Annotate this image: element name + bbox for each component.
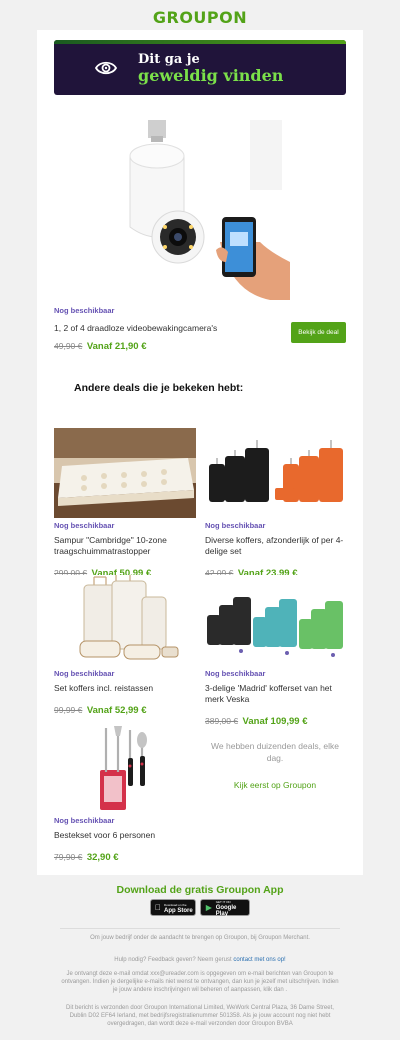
deal-old-price: 389,00 € — [205, 716, 239, 726]
view-deal-button[interactable]: Bekijk de deal — [291, 322, 346, 343]
hero-camera-image[interactable] — [110, 112, 290, 302]
footer-help-text: Hulp nodig? Feedback geven? Neem gerust — [114, 957, 232, 963]
hero-old-price: 49,90 € — [54, 341, 83, 351]
deal-card-2: Nog beschikbaar Diverse koffers, afzonde… — [205, 521, 347, 581]
deal-image-madrid-set[interactable] — [205, 575, 347, 665]
deal-image-suitcases[interactable] — [205, 428, 347, 518]
footer-subscription-text: Je ontvangt deze e-mail omdat xxx@ureade… — [61, 971, 339, 993]
deal-new-price: Vanaf 52,99 € — [86, 705, 147, 716]
deal-title[interactable]: 3-delige 'Madrid' kofferset van het merk… — [205, 683, 347, 705]
footer-legal-text: Dit bericht is verzonden door Groupon In… — [66, 1005, 334, 1027]
deal-image-suitcase-set[interactable] — [54, 575, 196, 665]
deal-title[interactable]: Set koffers incl. reistassen — [54, 683, 196, 694]
deal-image-mattress[interactable] — [54, 428, 196, 518]
contact-link[interactable]: contact met ons op! — [233, 957, 285, 963]
banner: Dit ga je geweldig vinden — [54, 40, 346, 95]
deal-old-price: 79,90 € — [54, 852, 83, 862]
footer-help: Hulp nodig? Feedback geven? Neem gerust … — [60, 956, 340, 964]
banner-line2: geweldig vinden — [138, 66, 284, 85]
hero-new-price: Vanaf 21,90 € — [86, 341, 147, 352]
play-icon — [205, 904, 212, 911]
deal-card-5: Nog beschikbaar Bestekset voor 6 persone… — [54, 816, 196, 865]
footer-merchant-text: Om jouw bedrijf onder de aandacht te bre… — [90, 935, 310, 941]
deal-title[interactable]: Bestekset voor 6 personen — [54, 830, 196, 841]
footer-divider — [60, 928, 340, 929]
deal-image-cutlery[interactable] — [54, 722, 196, 812]
deal-availability: Nog beschikbaar — [205, 669, 266, 678]
hero-price: 49,90 € Vanaf 21,90 € — [54, 336, 147, 354]
promo-text: We hebben duizenden deals, elke dag. — [211, 741, 339, 763]
appstore-label: App Store — [158, 907, 193, 914]
deal-card-4: Nog beschikbaar 3-delige 'Madrid' koffer… — [205, 669, 347, 729]
deal-card-3: Nog beschikbaar Set koffers incl. reista… — [54, 669, 196, 718]
deal-availability: Nog beschikbaar — [54, 816, 115, 825]
deal-availability: Nog beschikbaar — [54, 669, 115, 678]
eye-icon — [94, 61, 118, 75]
deal-title[interactable]: Diverse koffers, afzonderlijk of per 4-d… — [205, 535, 347, 557]
deal-new-price: 32,90 € — [86, 852, 119, 863]
banner-line1: Dit ga je — [138, 52, 200, 67]
groupon-logo[interactable]: GROUPON — [0, 8, 400, 27]
deal-title[interactable]: Sampur "Cambridge" 10-zone traagschuimma… — [54, 535, 196, 557]
googleplay-label: Google Play — [215, 904, 237, 917]
deal-availability: Nog beschikbaar — [54, 521, 115, 530]
deal-card-1: Nog beschikbaar Sampur "Cambridge" 10-zo… — [54, 521, 196, 581]
apple-icon:  — [155, 903, 161, 912]
hero-title[interactable]: 1, 2 of 4 draadloze videobewakingcamera'… — [54, 323, 217, 334]
banner-stripe — [54, 40, 346, 44]
promo-link[interactable]: Kijk eerst op Groupon — [205, 780, 345, 790]
deal-availability: Nog beschikbaar — [205, 521, 266, 530]
deal-new-price: Vanaf 109,99 € — [242, 716, 308, 727]
google-play-button[interactable]: GET IT ON Google Play — [200, 899, 250, 917]
hero-availability: Nog beschikbaar — [54, 306, 115, 315]
app-store-button[interactable]:  Download on the App Store — [150, 899, 196, 916]
deal-old-price: 99,99 € — [54, 705, 83, 715]
app-heading: Download de gratis Groupon App — [116, 884, 284, 896]
section-title: Andere deals die je bekeken hebt: — [74, 382, 244, 394]
